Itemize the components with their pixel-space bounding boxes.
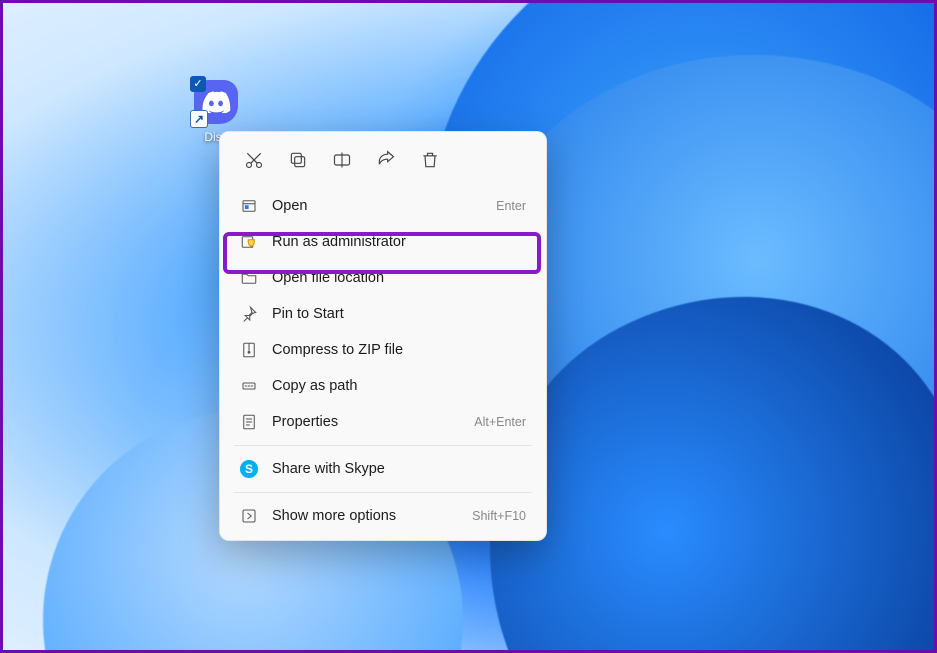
context-menu: Open Enter Run as administrator Open fil… bbox=[219, 131, 547, 541]
menu-item-accelerator: Alt+Enter bbox=[474, 415, 526, 429]
menu-item-label: Copy as path bbox=[272, 378, 512, 394]
menu-separator bbox=[234, 445, 532, 446]
delete-icon bbox=[420, 150, 440, 174]
menu-item-label: Share with Skype bbox=[272, 461, 512, 477]
rename-icon bbox=[332, 150, 352, 174]
menu-item-pin-to-start[interactable]: Pin to Start bbox=[226, 296, 540, 332]
cut-icon bbox=[244, 150, 264, 174]
copy-icon bbox=[288, 150, 308, 174]
rename-button[interactable] bbox=[322, 144, 362, 180]
menu-item-label: Run as administrator bbox=[272, 234, 512, 250]
menu-item-label: Compress to ZIP file bbox=[272, 342, 512, 358]
more-icon bbox=[240, 507, 258, 525]
menu-item-label: Open file location bbox=[272, 270, 512, 286]
discord-icon: ✓ ↗ bbox=[192, 78, 240, 126]
menu-item-open[interactable]: Open Enter bbox=[226, 188, 540, 224]
zip-icon bbox=[240, 341, 258, 359]
checkmark-badge-icon: ✓ bbox=[190, 76, 206, 92]
menu-item-label: Properties bbox=[272, 414, 460, 430]
skype-icon: S bbox=[240, 460, 258, 478]
menu-item-share-with-skype[interactable]: S Share with Skype bbox=[226, 451, 540, 487]
menu-item-open-file-location[interactable]: Open file location bbox=[226, 260, 540, 296]
menu-item-accelerator: Shift+F10 bbox=[472, 509, 526, 523]
menu-item-properties[interactable]: Properties Alt+Enter bbox=[226, 404, 540, 440]
menu-item-accelerator: Enter bbox=[496, 199, 526, 213]
menu-item-show-more-options[interactable]: Show more options Shift+F10 bbox=[226, 498, 540, 534]
path-icon bbox=[240, 377, 258, 395]
menu-item-label: Pin to Start bbox=[272, 306, 512, 322]
menu-item-run-as-administrator[interactable]: Run as administrator bbox=[226, 224, 540, 260]
folder-icon bbox=[240, 269, 258, 287]
menu-item-label: Show more options bbox=[272, 508, 458, 524]
shield-icon bbox=[240, 233, 258, 251]
menu-item-compress-to-zip[interactable]: Compress to ZIP file bbox=[226, 332, 540, 368]
shortcut-arrow-icon: ↗ bbox=[190, 110, 208, 128]
properties-icon bbox=[240, 413, 258, 431]
open-icon bbox=[240, 197, 258, 215]
cut-button[interactable] bbox=[234, 144, 274, 180]
context-menu-action-row bbox=[226, 138, 540, 188]
menu-item-label: Open bbox=[272, 198, 482, 214]
menu-item-copy-as-path[interactable]: Copy as path bbox=[226, 368, 540, 404]
copy-button[interactable] bbox=[278, 144, 318, 180]
share-button[interactable] bbox=[366, 144, 406, 180]
menu-separator bbox=[234, 492, 532, 493]
delete-button[interactable] bbox=[410, 144, 450, 180]
share-icon bbox=[376, 150, 396, 174]
pin-icon bbox=[240, 305, 258, 323]
